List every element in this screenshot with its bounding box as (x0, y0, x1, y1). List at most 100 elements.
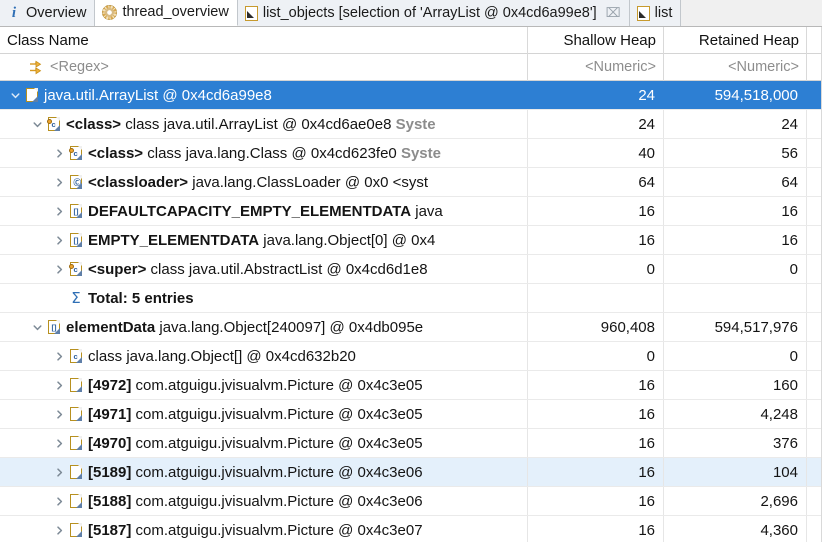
tab-list[interactable]: list (629, 0, 682, 26)
row-label: [4970] com.atguigu.jvisualvm.Picture @ 0… (88, 434, 423, 452)
row-icon-wrap: Ⓒ (67, 168, 85, 196)
object-doc-icon (70, 464, 83, 479)
cell-class-name: [5188] com.atguigu.jvisualvm.Picture @ 0… (0, 487, 528, 515)
cell-class-name: [4972] com.atguigu.jvisualvm.Picture @ 0… (0, 371, 528, 399)
row-icon-wrap: [] (67, 197, 85, 225)
table-row[interactable]: Ⓒ <classloader> java.lang.ClassLoader @ 0… (0, 168, 822, 197)
table-row[interactable]: [] elementData java.lang.Object[240097] @… (0, 313, 822, 342)
filter-cell-class-name[interactable]: <Regex> (0, 53, 528, 81)
tree-expander-collapsed[interactable] (52, 197, 67, 225)
table-row[interactable]: [4971] com.atguigu.jvisualvm.Picture @ 0… (0, 400, 822, 429)
cell-shallow-heap: 40 (528, 139, 664, 167)
close-icon[interactable]: ⌧ (606, 6, 621, 21)
table-row[interactable]: [5188] com.atguigu.jvisualvm.Picture @ 0… (0, 487, 822, 516)
row-label: elementData java.lang.Object[240097] @ 0… (66, 318, 424, 336)
row-label: [4971] com.atguigu.jvisualvm.Picture @ 0… (88, 405, 423, 423)
cell-shallow-heap: 16 (528, 516, 664, 542)
cell-shallow-heap: 64 (528, 168, 664, 196)
tab-list-objects[interactable]: list_objects [selection of 'ArrayList @ … (237, 0, 630, 26)
table-row[interactable]: c class java.lang.Object[] @ 0x4cd632b20 0… (0, 342, 822, 371)
cell-filler (807, 81, 822, 109)
cell-filler (807, 139, 822, 167)
column-header-class-name[interactable]: Class Name (0, 26, 528, 54)
class-icon: c (47, 116, 61, 131)
cell-class-name: java.util.ArrayList @ 0x4cd6a99e8 (0, 81, 528, 109)
table-row[interactable]: [] DEFAULTCAPACITY_EMPTY_ELEMENTDATA java… (0, 197, 822, 226)
table-row[interactable]: c <super> class java.util.AbstractList @ … (0, 255, 822, 284)
tab-overview[interactable]: i Overview (0, 0, 96, 26)
row-icon-wrap (67, 371, 85, 399)
gear-icon (102, 5, 118, 20)
array-field-icon: [] (70, 232, 83, 247)
row-icon-wrap: c (67, 139, 85, 167)
tree-expander-collapsed[interactable] (52, 255, 67, 283)
object-doc-icon (70, 406, 83, 421)
table-row[interactable]: [4970] com.atguigu.jvisualvm.Picture @ 0… (0, 429, 822, 458)
row-icon-wrap (67, 429, 85, 457)
cell-class-name: Ⓒ <classloader> java.lang.ClassLoader @ 0… (0, 168, 528, 196)
table-row[interactable]: Σ Total: 5 entries (0, 284, 822, 313)
cell-shallow-heap: 24 (528, 81, 664, 109)
row-icon-wrap (23, 81, 41, 109)
cell-retained-heap: 376 (664, 429, 807, 457)
row-label: <super> class java.util.AbstractList @ 0… (88, 260, 428, 278)
cell-class-name: [4971] com.atguigu.jvisualvm.Picture @ 0… (0, 400, 528, 428)
row-label: <class> class java.lang.Class @ 0x4cd623… (88, 144, 441, 162)
table-row[interactable]: java.util.ArrayList @ 0x4cd6a99e8 24 594,5… (0, 81, 822, 110)
table-row[interactable]: c <class> class java.util.ArrayList @ 0x4… (0, 110, 822, 139)
cell-retained-heap: 56 (664, 139, 807, 167)
row-icon-wrap: c (67, 342, 85, 370)
cell-class-name: c <class> class java.util.ArrayList @ 0x4… (0, 110, 528, 138)
regex-filter-icon (28, 60, 44, 75)
cell-filler (807, 342, 822, 370)
tree-expander-collapsed[interactable] (52, 458, 67, 486)
cell-class-name: c <super> class java.util.AbstractList @ … (0, 255, 528, 283)
cell-shallow-heap: 16 (528, 226, 664, 254)
table-row[interactable]: [5189] com.atguigu.jvisualvm.Picture @ 0… (0, 458, 822, 487)
tree-expander-collapsed[interactable] (52, 516, 67, 542)
array-field-icon: [] (48, 319, 61, 334)
table-row[interactable]: c <class> class java.lang.Class @ 0x4cd62… (0, 139, 822, 168)
tree-expander-collapsed[interactable] (52, 168, 67, 196)
row-icon-wrap: [] (45, 313, 63, 341)
class-icon: c (69, 261, 83, 276)
editor-tab-bar: i Overview thread_overview list_objects … (0, 0, 822, 27)
table-row[interactable]: [5187] com.atguigu.jvisualvm.Picture @ 0… (0, 516, 822, 542)
tree-expander-collapsed[interactable] (52, 400, 67, 428)
filter-cell-retained-heap[interactable]: <Numeric> (664, 53, 807, 81)
tree-expander-collapsed[interactable] (52, 487, 67, 515)
table-row[interactable]: [4972] com.atguigu.jvisualvm.Picture @ 0… (0, 371, 822, 400)
row-label: EMPTY_ELEMENTDATA java.lang.Object[0] @ … (88, 231, 436, 249)
object-doc-icon (26, 87, 39, 102)
cell-shallow-heap: 16 (528, 197, 664, 225)
tree-expander-collapsed[interactable] (52, 342, 67, 370)
cell-class-name: Σ Total: 5 entries (0, 284, 528, 312)
tab-thread-overview-label: thread_overview (122, 4, 229, 21)
tree-expander-collapsed[interactable] (52, 371, 67, 399)
cell-retained-heap: 594,518,000 (664, 81, 807, 109)
cell-class-name: [] DEFAULTCAPACITY_EMPTY_ELEMENTDATA java (0, 197, 528, 225)
table-row[interactable]: [] EMPTY_ELEMENTDATA java.lang.Object[0] … (0, 226, 822, 255)
column-header-retained-heap[interactable]: Retained Heap (664, 26, 807, 54)
tab-thread-overview[interactable]: thread_overview (95, 0, 238, 26)
tree-expander-collapsed[interactable] (52, 226, 67, 254)
tree-expander-expanded[interactable] (30, 313, 45, 341)
tree-expander-expanded[interactable] (8, 81, 23, 109)
cell-retained-heap: 594,517,976 (664, 313, 807, 341)
cell-shallow-heap: 16 (528, 458, 664, 486)
cell-retained-heap: 24 (664, 110, 807, 138)
column-header-shallow-heap[interactable]: Shallow Heap (528, 26, 664, 54)
cell-retained-heap: 4,248 (664, 400, 807, 428)
tab-list-label: list (654, 4, 673, 21)
tree-expander-collapsed[interactable] (52, 429, 67, 457)
tree-expander-expanded[interactable] (30, 110, 45, 138)
object-doc-icon (70, 435, 83, 450)
row-label: java.util.ArrayList @ 0x4cd6a99e8 (44, 86, 272, 104)
object-doc-icon (70, 377, 83, 392)
tree-expander-collapsed[interactable] (52, 139, 67, 167)
row-label: [4972] com.atguigu.jvisualvm.Picture @ 0… (88, 376, 423, 394)
row-label: class java.lang.Object[] @ 0x4cd632b20 (88, 347, 356, 365)
row-label: [5188] com.atguigu.jvisualvm.Picture @ 0… (88, 492, 423, 510)
cell-class-name: [] EMPTY_ELEMENTDATA java.lang.Object[0] … (0, 226, 528, 254)
filter-cell-shallow-heap[interactable]: <Numeric> (528, 53, 664, 81)
